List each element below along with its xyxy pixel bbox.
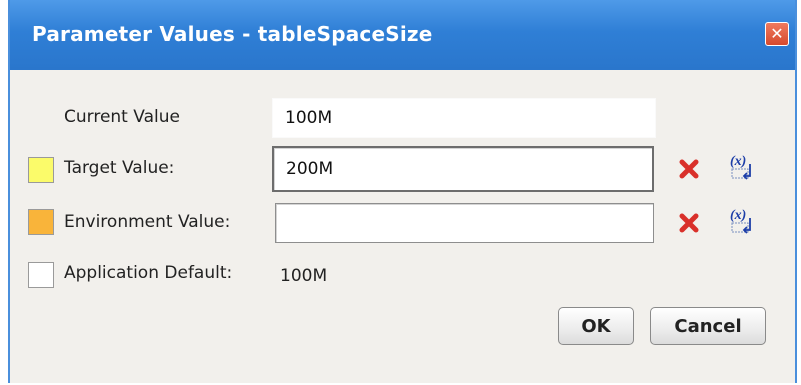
svg-text:(x): (x) [730, 208, 746, 223]
clear-target-icon[interactable] [678, 158, 700, 180]
environment-value-swatch [28, 209, 54, 235]
environment-value-label: Environment Value: [64, 212, 231, 232]
target-value-text: 200M [286, 159, 334, 179]
current-value-text: 100M [285, 108, 333, 128]
cancel-button[interactable]: Cancel [650, 307, 766, 345]
close-icon: ✕ [770, 24, 784, 43]
clear-environment-icon[interactable] [678, 212, 700, 234]
close-button[interactable]: ✕ [765, 22, 789, 46]
application-default-value: 100M [280, 266, 328, 286]
svg-text:(x): (x) [730, 154, 746, 169]
application-default-swatch [28, 262, 54, 288]
titlebar[interactable]: Parameter Values - tableSpaceSize ✕ [10, 0, 795, 70]
current-value-display: 100M [272, 98, 656, 138]
variable-environment-icon[interactable]: (x) [728, 206, 756, 236]
current-value-label: Current Value [64, 107, 180, 127]
ok-button[interactable]: OK [558, 307, 634, 345]
variable-target-icon[interactable]: (x) [728, 152, 756, 182]
target-value-input[interactable]: 200M [272, 146, 654, 192]
target-value-label: Target Value: [64, 158, 175, 178]
dialog-title: Parameter Values - tableSpaceSize [32, 22, 433, 46]
application-default-label: Application Default: [64, 263, 233, 283]
parameter-values-dialog: Parameter Values - tableSpaceSize ✕ Curr… [8, 0, 797, 383]
environment-value-input[interactable] [275, 203, 654, 243]
target-value-swatch [28, 157, 54, 183]
